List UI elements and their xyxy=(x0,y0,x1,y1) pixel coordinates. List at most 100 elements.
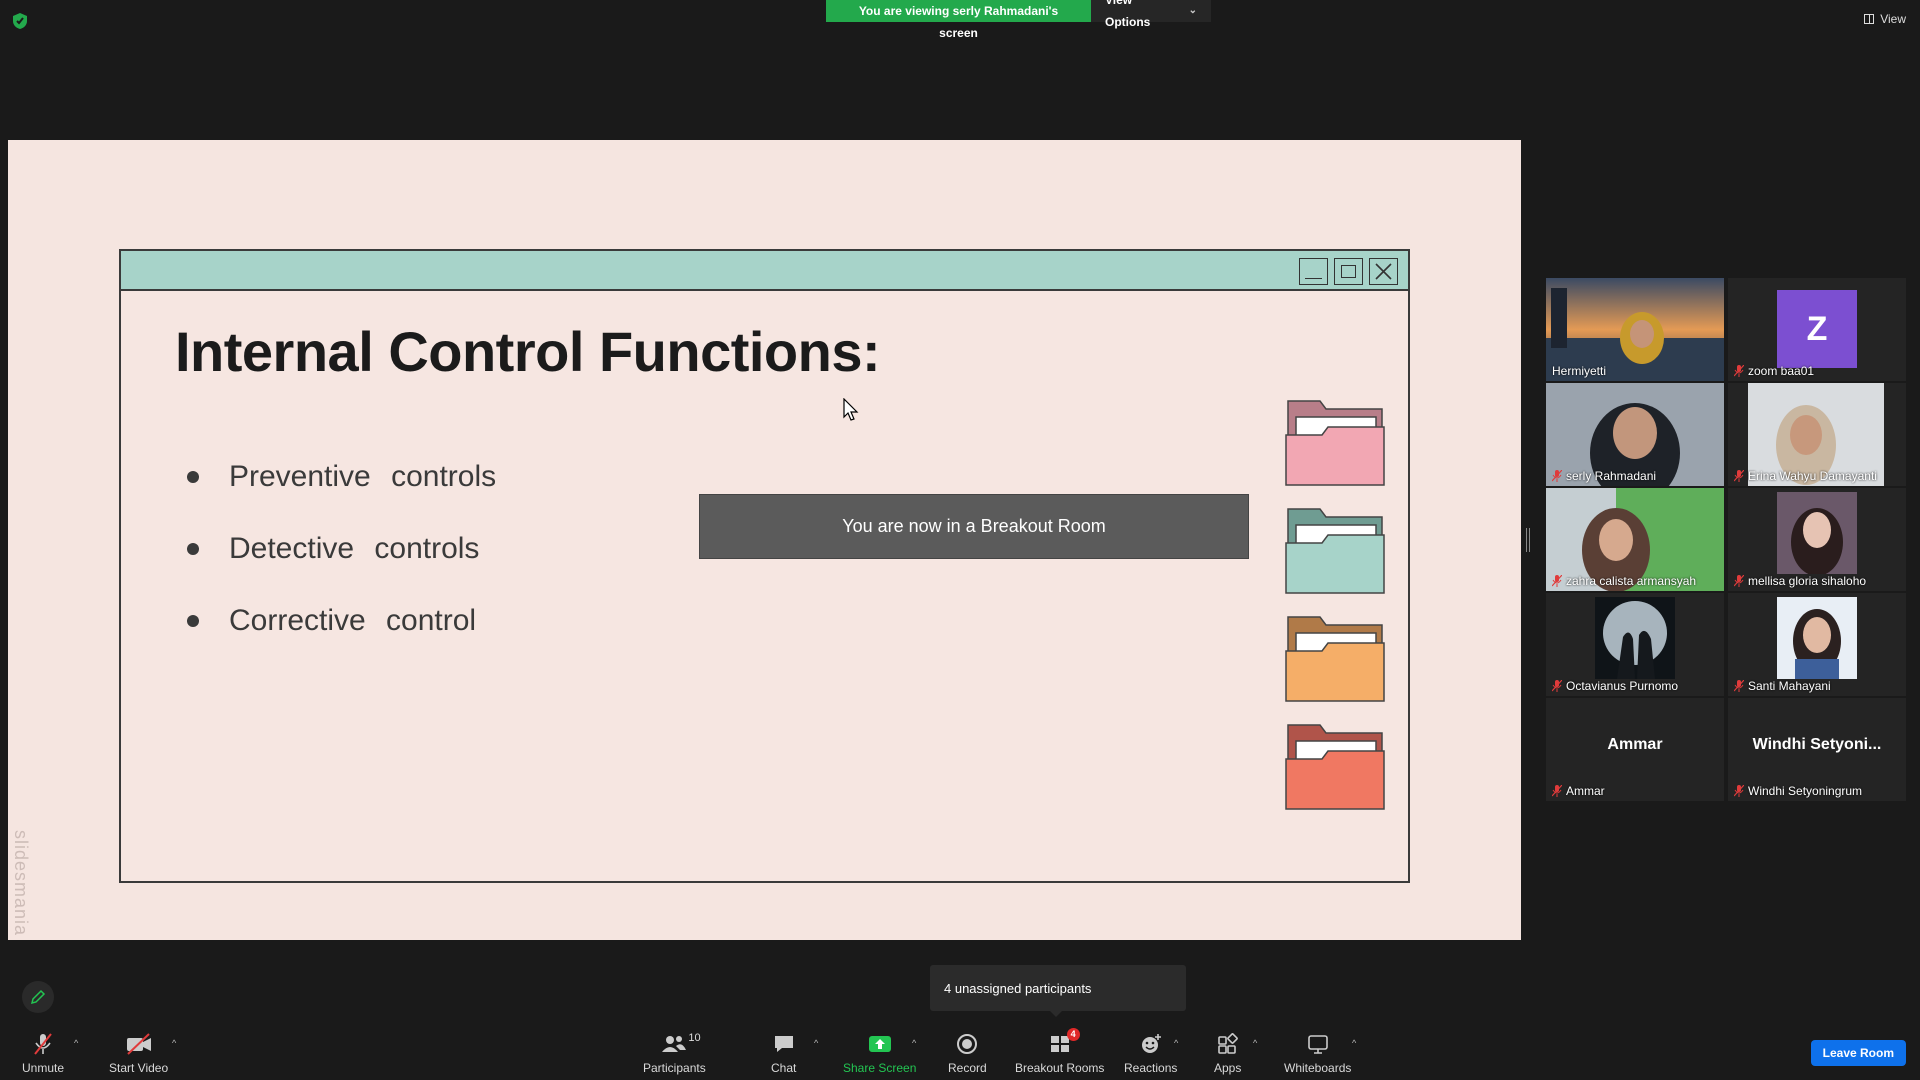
whiteboards-label: Whiteboards xyxy=(1284,1061,1352,1075)
bullet-item: Corrective control xyxy=(187,585,496,657)
participant-gallery: Hermiyetti Z zoom baa01 serly Rahmadani xyxy=(1546,278,1912,801)
annotate-button[interactable] xyxy=(22,981,54,1013)
view-options-label: View Options xyxy=(1105,0,1151,29)
participants-button[interactable]: 10 Participants xyxy=(643,1032,706,1075)
participants-count: 10 xyxy=(688,1032,701,1044)
slide-title: Internal Control Functions: xyxy=(175,320,881,383)
meeting-toolbar: Unmute ^ Start Video ^ 10 Participants C… xyxy=(0,1024,1920,1080)
breakout-rooms-button[interactable]: 4 Breakout Rooms xyxy=(1015,1028,1104,1075)
participant-name: zahra calista armansyah xyxy=(1552,574,1696,588)
chat-icon xyxy=(774,1036,793,1052)
folder-illustrations xyxy=(1284,391,1386,811)
folder-icon xyxy=(1285,616,1385,702)
unmute-label: Unmute xyxy=(22,1061,65,1075)
apps-icon xyxy=(1217,1033,1238,1054)
pencil-icon xyxy=(30,989,46,1005)
chat-button[interactable]: Chat xyxy=(771,1032,796,1075)
view-layout-button[interactable]: View xyxy=(1864,12,1906,26)
avatar: Z xyxy=(1777,290,1857,368)
share-screen-button[interactable]: Share Screen xyxy=(843,1032,916,1075)
bullet-text: Corrective control xyxy=(229,604,477,637)
whiteboard-icon xyxy=(1307,1035,1328,1054)
participant-name: zoom baa01 xyxy=(1734,364,1814,378)
participant-name: Hermiyetti xyxy=(1552,364,1607,378)
share-screen-label: Share Screen xyxy=(843,1061,917,1075)
muted-mic-icon xyxy=(1552,680,1562,692)
record-label: Record xyxy=(948,1061,987,1075)
minimize-icon xyxy=(1299,258,1328,285)
bullet-dot xyxy=(187,471,199,483)
unassigned-participants-tooltip: 4 unassigned participants xyxy=(930,965,1186,1017)
record-icon xyxy=(957,1034,978,1054)
slide-watermark: slidesmania xyxy=(11,830,31,937)
participant-tile[interactable]: Octavianus Purnomo xyxy=(1546,593,1724,696)
apps-button[interactable]: Apps xyxy=(1214,1032,1241,1075)
shared-screen: slidesmania Internal Control Functions: … xyxy=(8,140,1521,940)
folder-icon xyxy=(1285,724,1385,810)
folder-icon xyxy=(1285,400,1385,486)
participant-name: Windhi Setyoningrum xyxy=(1734,784,1862,798)
participant-display-name: Ammar xyxy=(1607,736,1663,753)
chevron-down-icon: ⌄ xyxy=(1188,5,1197,16)
reactions-label: Reactions xyxy=(1124,1061,1178,1075)
security-shield-icon[interactable] xyxy=(12,12,28,30)
participants-label: Participants xyxy=(643,1061,706,1075)
whiteboards-options-chevron-icon[interactable]: ^ xyxy=(1352,1038,1356,1048)
muted-mic-icon xyxy=(1734,470,1744,482)
participant-tile[interactable]: Hermiyetti xyxy=(1546,278,1724,381)
participant-tile[interactable]: Santi Mahayani xyxy=(1728,593,1906,696)
muted-mic-icon xyxy=(1734,365,1744,377)
breakout-rooms-badge: 4 xyxy=(1066,1028,1080,1041)
reactions-button[interactable]: Reactions xyxy=(1124,1032,1177,1075)
breakout-room-notice: You are now in a Breakout Room xyxy=(699,494,1249,559)
unmute-button[interactable]: Unmute xyxy=(22,1032,64,1075)
participant-photo xyxy=(1595,597,1675,679)
view-label: View xyxy=(1880,12,1906,26)
participant-tile[interactable]: mellisa gloria sihaloho xyxy=(1728,488,1906,591)
participant-display-name: Windhi Setyoni... xyxy=(1752,736,1882,753)
reactions-options-chevron-icon[interactable]: ^ xyxy=(1174,1038,1178,1048)
bullet-item: Preventive controls xyxy=(187,441,496,513)
participant-name: Santi Mahayani xyxy=(1734,679,1831,693)
bullet-text: Detective controls xyxy=(229,532,480,565)
audio-options-chevron-icon[interactable]: ^ xyxy=(74,1038,78,1048)
slide-frame: Internal Control Functions: Preventive c… xyxy=(119,249,1410,883)
chat-options-chevron-icon[interactable]: ^ xyxy=(814,1038,818,1048)
whiteboards-button[interactable]: Whiteboards xyxy=(1284,1032,1351,1075)
muted-mic-icon xyxy=(1552,785,1562,797)
zoom-window: You are viewing serly Rahmadani's screen… xyxy=(0,0,1920,1080)
participant-tile[interactable]: Ammar Ammar xyxy=(1546,698,1724,801)
participant-name: Octavianus Purnomo xyxy=(1552,679,1678,693)
bullet-dot xyxy=(187,543,199,555)
video-options-chevron-icon[interactable]: ^ xyxy=(172,1038,176,1048)
close-icon xyxy=(1369,258,1398,285)
participant-tile[interactable]: serly Rahmadani xyxy=(1546,383,1724,486)
leave-room-button[interactable]: Leave Room xyxy=(1810,1040,1906,1066)
bullet-text: Preventive controls xyxy=(229,460,497,493)
bullet-item: Detective controls xyxy=(187,513,496,585)
participant-name: serly Rahmadani xyxy=(1552,469,1656,483)
record-button[interactable]: Record xyxy=(948,1032,987,1075)
grid-view-icon xyxy=(1864,14,1875,24)
muted-mic-icon xyxy=(1734,785,1744,797)
participant-tile[interactable]: Z zoom baa01 xyxy=(1728,278,1906,381)
bullet-dot xyxy=(187,615,199,627)
start-video-label: Start Video xyxy=(109,1061,169,1075)
maximize-icon xyxy=(1334,258,1363,285)
apps-options-chevron-icon[interactable]: ^ xyxy=(1253,1038,1257,1048)
viewing-screen-label: You are viewing serly Rahmadani's screen xyxy=(826,0,1091,40)
participant-tile[interactable]: Windhi Setyoni... Windhi Setyoningrum xyxy=(1728,698,1906,801)
participant-name: mellisa gloria sihaloho xyxy=(1734,574,1866,588)
muted-mic-icon xyxy=(1734,680,1744,692)
participant-tile[interactable]: Erina Wahyu Damayanti xyxy=(1728,383,1906,486)
slide-titlebar xyxy=(121,251,1408,291)
participant-name: Erina Wahyu Damayanti xyxy=(1734,469,1877,483)
apps-label: Apps xyxy=(1214,1061,1242,1075)
share-screen-icon xyxy=(868,1036,891,1052)
participant-tile[interactable]: zahra calista armansyah xyxy=(1546,488,1724,591)
reactions-icon xyxy=(1141,1034,1161,1053)
view-options-button[interactable]: View Options ⌄ xyxy=(1091,0,1211,29)
panel-resize-handle[interactable] xyxy=(1526,528,1530,552)
start-video-button[interactable]: Start Video xyxy=(109,1032,168,1075)
share-options-chevron-icon[interactable]: ^ xyxy=(912,1038,916,1048)
